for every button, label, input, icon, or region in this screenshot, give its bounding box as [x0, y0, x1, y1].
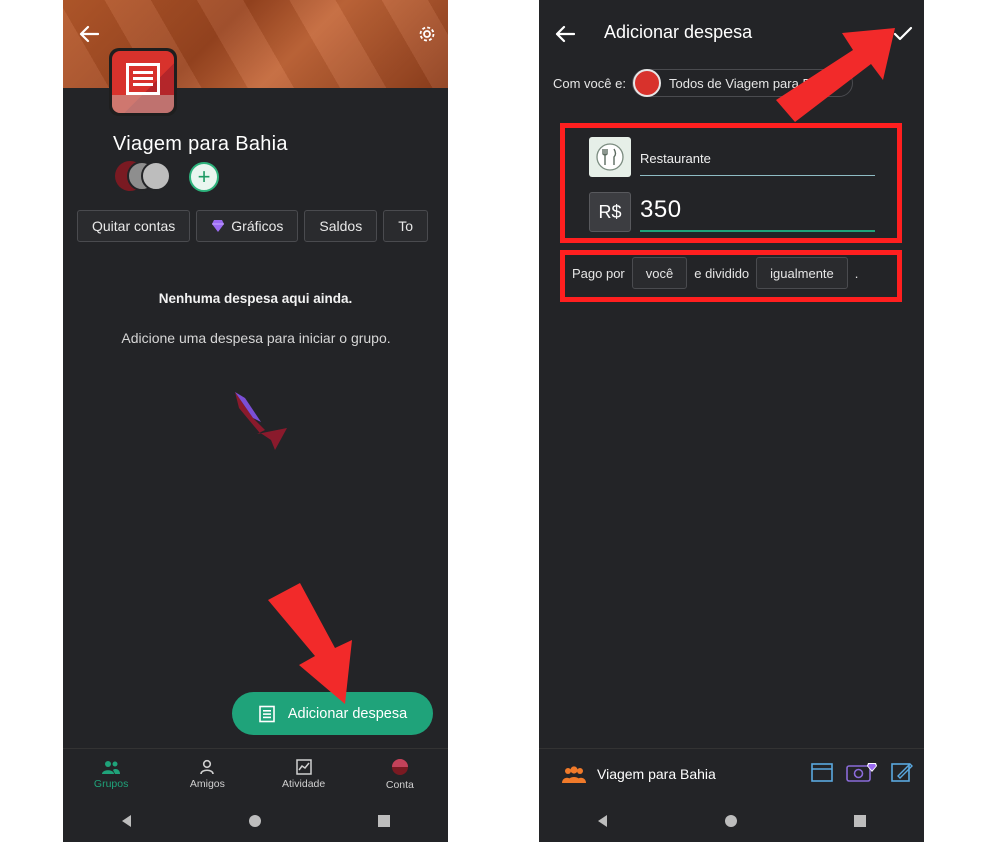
nav-friends[interactable]: Amigos	[159, 749, 255, 800]
currency-button[interactable]: R$	[589, 192, 631, 232]
nav-groups[interactable]: Grupos	[63, 749, 159, 800]
with-label: Com você e:	[553, 75, 626, 91]
empty-state-title: Nenhuma despesa aqui ainda.	[158, 291, 353, 306]
member-avatar	[141, 161, 171, 191]
nav-activity[interactable]: Atividade	[256, 749, 352, 800]
system-recents-icon[interactable]	[853, 814, 867, 828]
group-screen: Viagem para Bahia + Quitar contas Gráfic…	[63, 0, 448, 842]
back-arrow-icon[interactable]	[553, 22, 577, 46]
nav-account[interactable]: Conta	[352, 749, 448, 800]
split-label: e dividido	[694, 265, 750, 281]
settings-gear-icon[interactable]	[415, 22, 439, 46]
add-expense-button[interactable]: Adicionar despesa	[232, 692, 433, 735]
notes-pencil-icon[interactable]	[890, 761, 914, 783]
system-home-icon[interactable]	[724, 814, 738, 828]
receipt-icon	[259, 705, 275, 722]
description-input[interactable]: Restaurante	[640, 151, 711, 166]
calendar-icon[interactable]	[810, 761, 834, 783]
participants-row: Com você e: Todos de Viagem para Bahia	[553, 68, 924, 98]
split-sentence: Pago por você e dividido igualmente .	[572, 256, 892, 290]
bottom-navigation: Grupos Amigos Atividade Conta	[63, 748, 448, 800]
balances-button[interactable]: Saldos	[304, 210, 378, 242]
amount-input[interactable]: 350	[640, 196, 682, 224]
description-underline	[640, 175, 875, 176]
period-text: .	[854, 265, 859, 281]
system-navigation-bar	[539, 800, 924, 842]
system-back-icon[interactable]	[596, 814, 610, 828]
charts-button[interactable]: Gráficos	[196, 210, 299, 242]
paid-by-label: Pago por	[572, 265, 625, 281]
group-avatar	[632, 69, 661, 97]
person-icon	[200, 759, 215, 775]
group-actions-bar: Quitar contas Gráficos Saldos To	[77, 210, 448, 242]
add-expense-screen: Adicionar despesa Com você e: Todos de V…	[539, 0, 924, 842]
account-icon	[391, 759, 408, 775]
payer-button[interactable]: você	[631, 257, 688, 289]
system-navigation-bar	[63, 800, 448, 842]
footer-tools	[810, 761, 914, 783]
groups-icon	[102, 761, 121, 774]
screen-title: Adicionar despesa	[604, 22, 753, 42]
system-back-icon[interactable]	[120, 814, 134, 828]
system-home-icon[interactable]	[248, 814, 262, 828]
group-title: Viagem para Bahia	[113, 133, 288, 155]
cutlery-icon	[596, 143, 624, 171]
totals-button[interactable]: To	[383, 210, 428, 242]
category-button[interactable]	[589, 137, 631, 177]
amount-underline	[640, 230, 875, 232]
activity-icon	[295, 759, 312, 775]
group-participants-chip[interactable]: Todos de Viagem para Bahia	[631, 69, 853, 97]
plus-icon: +	[197, 164, 211, 189]
app-bar: Adicionar despesa	[539, 0, 924, 62]
curved-arrow-illustration	[235, 392, 287, 450]
group-avatar[interactable]	[109, 48, 177, 116]
save-check-icon[interactable]	[891, 22, 915, 46]
footer-group-selector[interactable]: Viagem para Bahia	[561, 764, 716, 784]
group-people-icon	[562, 766, 586, 783]
gem-icon	[212, 220, 225, 232]
back-arrow-icon[interactable]	[77, 22, 101, 46]
expense-footer: Viagem para Bahia	[539, 748, 924, 800]
add-member-button[interactable]: +	[189, 162, 219, 192]
settle-up-button[interactable]: Quitar contas	[77, 210, 191, 242]
camera-icon[interactable]	[846, 761, 878, 783]
system-recents-icon[interactable]	[377, 814, 391, 828]
split-mode-button[interactable]: igualmente	[756, 257, 848, 289]
empty-state-subtitle: Adicione uma despesa para iniciar o grup…	[121, 330, 391, 346]
